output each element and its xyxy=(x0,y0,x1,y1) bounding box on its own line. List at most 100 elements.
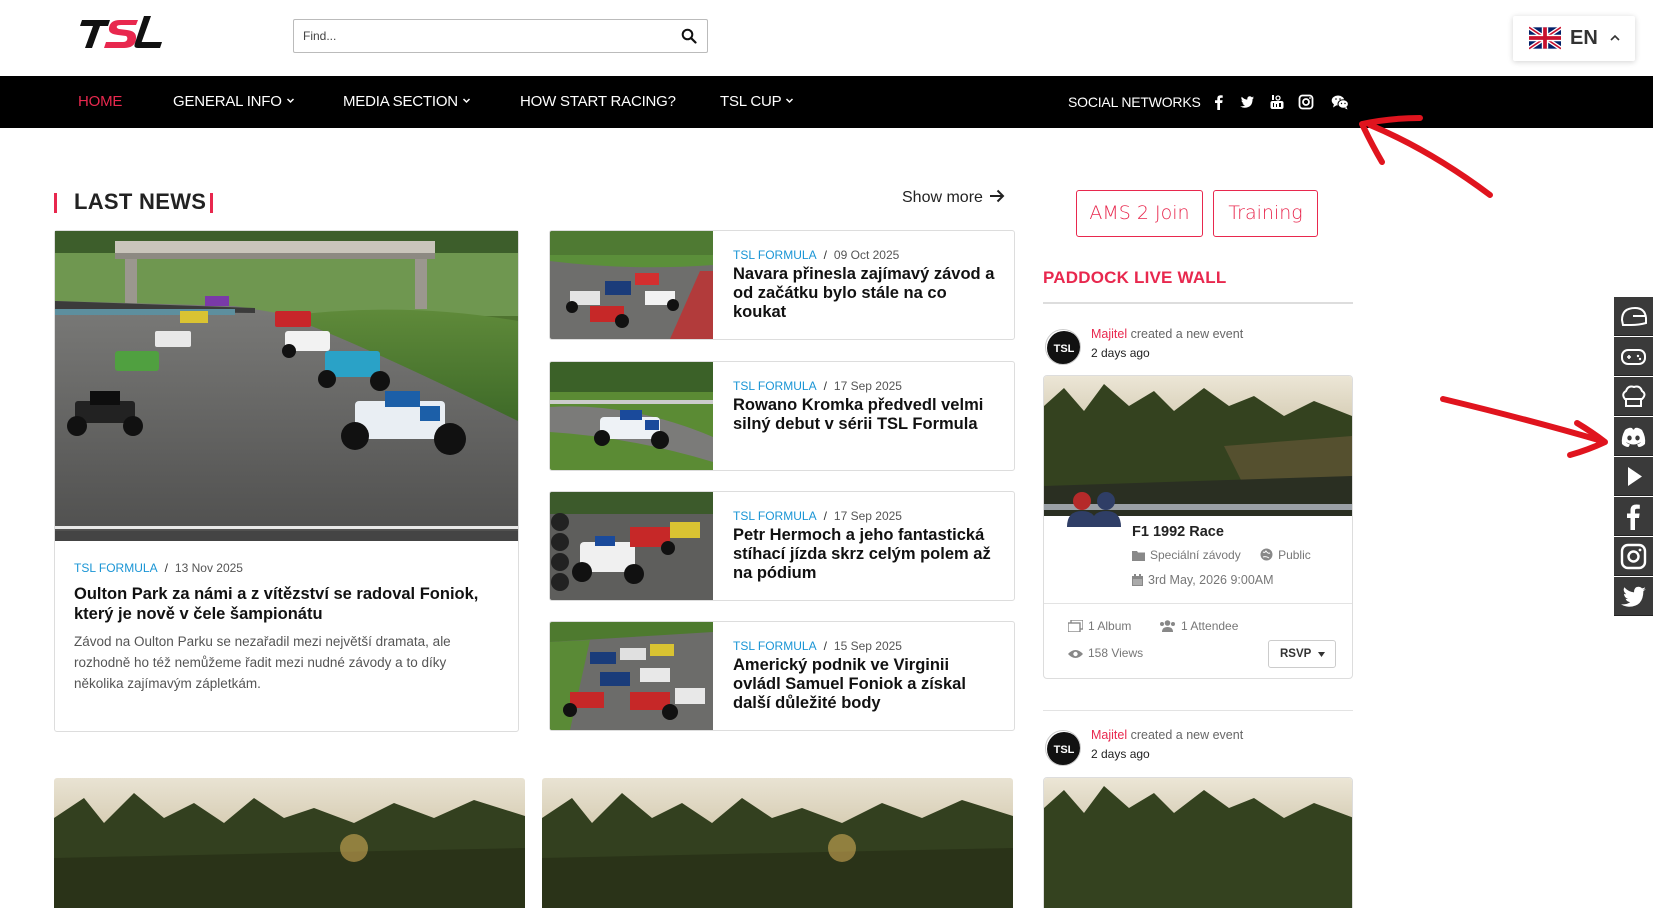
twitter-button[interactable] xyxy=(1614,577,1653,616)
article-date: 13 Nov 2025 xyxy=(174,561,243,575)
article-image[interactable] xyxy=(54,778,525,908)
event-privacy-label: Public xyxy=(1278,548,1311,562)
activity-text: Majitel created a new event xyxy=(1091,327,1243,341)
nav-item-label: MEDIA SECTION xyxy=(343,93,458,110)
nav-item-tsl-cup[interactable]: TSL CUP xyxy=(720,93,794,110)
gamepad-icon xyxy=(1621,349,1646,365)
avatar[interactable]: TSL xyxy=(1045,730,1081,766)
helmet-icon xyxy=(1620,306,1647,326)
divider xyxy=(1043,302,1353,304)
chevron-down-icon xyxy=(286,98,294,104)
event-card[interactable]: F1 1992 Race Speciální závody Public 3rd… xyxy=(1043,375,1353,679)
facebook-icon[interactable] xyxy=(1211,94,1227,110)
rsvp-label: RSVP xyxy=(1280,648,1312,660)
show-more-link[interactable]: Show more xyxy=(902,189,1005,207)
article-category[interactable]: TSL FORMULA xyxy=(733,509,817,523)
language-selector[interactable]: EN xyxy=(1513,16,1635,61)
nav-item-home[interactable]: HOME xyxy=(78,93,122,110)
article-date: 17 Sep 2025 xyxy=(833,509,902,523)
article-meta: TSL FORMULA/17 Sep 2025 xyxy=(733,509,902,523)
nav-item-how-start-racing[interactable]: HOW START RACING? xyxy=(520,93,676,110)
activity-header: TSL Majitel created a new event 2 days a… xyxy=(1043,327,1353,369)
event-group-icon xyxy=(1067,492,1121,527)
title-accent-bar xyxy=(210,193,213,213)
article-date: 15 Sep 2025 xyxy=(833,639,902,653)
article-title[interactable]: Americký podnik ve Virginii ovládl Samue… xyxy=(733,656,998,713)
article-card[interactable]: TSL FORMULA/09 Oct 2025 Navara přinesla … xyxy=(549,230,1015,340)
chevron-down-icon xyxy=(786,98,794,104)
chef-hat-button[interactable] xyxy=(1614,377,1653,416)
calendar-icon xyxy=(1132,574,1143,586)
paddock-live-wall-title: PADDOCK LIVE WALL xyxy=(1043,268,1227,287)
rsvp-dropdown[interactable]: RSVP xyxy=(1268,640,1336,668)
article-thumbnail[interactable] xyxy=(550,362,713,470)
article-thumbnail[interactable] xyxy=(550,492,713,600)
article-card[interactable]: TSL FORMULA/17 Sep 2025 Petr Hermoch a j… xyxy=(549,491,1015,601)
article-card[interactable]: TSL FORMULA/17 Sep 2025 Rowano Kromka př… xyxy=(549,361,1015,471)
article-title[interactable]: Rowano Kromka předvedl velmi silný debut… xyxy=(733,396,998,434)
article-category[interactable]: TSL FORMULA xyxy=(74,561,158,575)
instagram-icon[interactable] xyxy=(1298,94,1314,110)
divider xyxy=(1043,710,1353,711)
training-button[interactable]: Training xyxy=(1213,190,1318,237)
youtube-button[interactable] xyxy=(1614,457,1653,496)
main-nav: HOME GENERAL INFO MEDIA SECTION HOW STAR… xyxy=(0,76,1653,128)
event-cover-image[interactable] xyxy=(1043,777,1353,908)
chevron-down-icon xyxy=(462,98,470,104)
article-card[interactable]: TSL FORMULA/15 Sep 2025 Americký podnik … xyxy=(549,621,1015,731)
article-meta: TSL FORMULA/17 Sep 2025 xyxy=(733,379,902,393)
article-category[interactable]: TSL FORMULA xyxy=(733,248,817,262)
search-input[interactable] xyxy=(294,20,664,52)
nav-item-media-section[interactable]: MEDIA SECTION xyxy=(343,93,471,110)
uk-flag-icon xyxy=(1529,26,1561,50)
nav-item-general-info[interactable]: GENERAL INFO xyxy=(173,93,295,110)
nav-item-label: TSL CUP xyxy=(720,93,782,110)
ams2-join-button[interactable]: AMS 2 Join xyxy=(1076,190,1203,237)
avatar[interactable]: TSL xyxy=(1045,329,1081,365)
wechat-icon[interactable] xyxy=(1331,94,1349,110)
youtube-icon[interactable] xyxy=(1269,94,1285,110)
globe-icon xyxy=(1260,548,1273,561)
instagram-icon xyxy=(1620,543,1647,570)
article-title[interactable]: Navara přinesla zajímavý závod a od začá… xyxy=(733,265,998,322)
twitter-icon xyxy=(1621,586,1646,607)
event-views-label: 158 Views xyxy=(1088,646,1144,660)
article-category[interactable]: TSL FORMULA xyxy=(733,379,817,393)
featured-article-image[interactable] xyxy=(55,231,518,541)
activity-action: created a new event xyxy=(1127,327,1244,341)
article-category[interactable]: TSL FORMULA xyxy=(733,639,817,653)
search-box xyxy=(293,19,708,53)
social-networks-label: SOCIAL NETWORKS xyxy=(1068,94,1201,110)
divider xyxy=(1044,603,1352,604)
featured-article-excerpt: Závod na Oulton Parku se nezařadil mezi … xyxy=(74,634,451,691)
facebook-button[interactable] xyxy=(1614,497,1653,536)
event-datetime-label: 3rd May, 2026 9:00AM xyxy=(1148,573,1274,587)
helmet-button[interactable] xyxy=(1614,297,1653,336)
instagram-button[interactable] xyxy=(1614,537,1653,576)
chef-hat-icon xyxy=(1622,385,1646,407)
featured-article-card[interactable]: TSL FORMULA/13 Nov 2025 Oulton Park za n… xyxy=(54,230,519,732)
event-title[interactable]: F1 1992 Race xyxy=(1132,524,1224,540)
article-date: 17 Sep 2025 xyxy=(833,379,902,393)
svg-text:TSL: TSL xyxy=(1054,744,1075,756)
article-thumbnail[interactable] xyxy=(550,622,713,730)
article-title[interactable]: Petr Hermoch a jeho fantastická stíhací … xyxy=(733,526,998,583)
nav-item-label: HOME xyxy=(78,93,123,110)
article-thumbnail[interactable] xyxy=(550,231,713,339)
event-albums: 1 Album xyxy=(1067,619,1131,633)
author-link[interactable]: Majitel xyxy=(1091,327,1127,341)
twitter-icon[interactable] xyxy=(1239,94,1255,110)
gamepad-button[interactable] xyxy=(1614,337,1653,376)
tsl-logo[interactable] xyxy=(80,14,172,52)
event-category-label: Speciální závody xyxy=(1150,548,1241,562)
featured-article-title[interactable]: Oulton Park za námi a z vítězství se rad… xyxy=(74,584,499,624)
folder-icon xyxy=(1132,551,1145,561)
search-icon[interactable] xyxy=(681,28,697,44)
activity-action: created a new event xyxy=(1127,728,1244,742)
discord-button[interactable] xyxy=(1614,417,1653,456)
chevron-up-icon xyxy=(1610,34,1620,41)
author-link[interactable]: Majitel xyxy=(1091,728,1127,742)
event-attendees: 1 Attendee xyxy=(1159,619,1238,633)
article-image[interactable] xyxy=(542,778,1013,908)
event-category: Speciální závody Public xyxy=(1132,548,1311,562)
